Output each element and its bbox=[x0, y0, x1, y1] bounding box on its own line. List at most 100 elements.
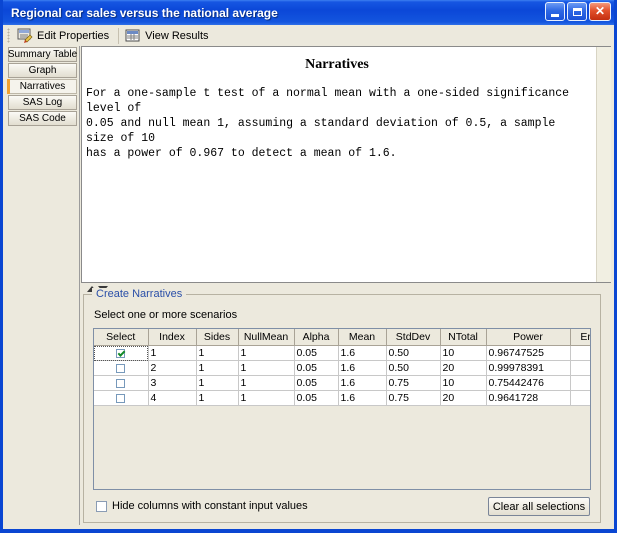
column-header-nullmean[interactable]: NullMean bbox=[238, 329, 295, 346]
hide-constant-columns-label: Hide columns with constant input values bbox=[112, 500, 308, 512]
cell-ntotal: 20 bbox=[440, 390, 487, 406]
column-header-sides[interactable]: Sides bbox=[196, 329, 239, 346]
toolbar-button-edit-properties[interactable]: Edit Properties bbox=[14, 26, 115, 45]
cell-mean: 1.6 bbox=[338, 360, 387, 376]
cell-ntotal: 10 bbox=[440, 345, 487, 361]
table-row[interactable]: 3 1 1 0.05 1.6 0.75 10 0.75442476 bbox=[94, 375, 590, 391]
sidebar-label-graph: Graph bbox=[28, 65, 57, 76]
cell-mean: 1.6 bbox=[338, 390, 387, 406]
application-window: Regional car sales versus the national a… bbox=[0, 0, 617, 533]
sidebar-item-sas-log[interactable]: SAS Log bbox=[8, 95, 77, 110]
sidebar-label-summary-table: Summary Table bbox=[7, 49, 78, 60]
sidebar: Summary Table Graph Narratives SAS Log S… bbox=[6, 46, 80, 525]
group-subtitle: Select one or more scenarios bbox=[94, 309, 238, 321]
clear-all-selections-button[interactable]: Clear all selections bbox=[488, 497, 590, 516]
row-checkbox[interactable] bbox=[116, 378, 126, 388]
column-header-select[interactable]: Select bbox=[94, 329, 149, 346]
column-header-stddev[interactable]: StdDev bbox=[386, 329, 441, 346]
toolbar-label-view-results: View Results bbox=[145, 29, 209, 42]
row-select-cell[interactable] bbox=[94, 345, 149, 361]
row-checkbox[interactable] bbox=[116, 363, 126, 373]
cell-error bbox=[570, 345, 590, 361]
column-header-error[interactable]: Error bbox=[570, 329, 590, 346]
toolbar-separator bbox=[118, 27, 120, 44]
cell-stddev: 0.75 bbox=[386, 390, 441, 406]
cell-index: 3 bbox=[148, 375, 197, 391]
view-results-icon bbox=[125, 28, 141, 43]
cell-alpha: 0.05 bbox=[294, 360, 339, 376]
clear-all-selections-label: Clear all selections bbox=[492, 500, 586, 513]
sidebar-label-sas-log: SAS Log bbox=[22, 97, 63, 108]
row-select-cell[interactable] bbox=[94, 390, 149, 406]
cell-index: 1 bbox=[148, 345, 197, 361]
narrative-heading: Narratives bbox=[305, 57, 369, 72]
column-header-mean[interactable]: Mean bbox=[338, 329, 387, 346]
row-checkbox[interactable] bbox=[116, 348, 126, 358]
cell-power: 0.96747525 bbox=[486, 345, 571, 361]
cell-sides: 1 bbox=[196, 345, 239, 361]
cell-stddev: 0.75 bbox=[386, 375, 441, 391]
title-bar: Regional car sales versus the national a… bbox=[3, 0, 614, 25]
minimize-button[interactable] bbox=[545, 2, 565, 21]
close-icon: ✕ bbox=[594, 4, 606, 18]
cell-sides: 1 bbox=[196, 390, 239, 406]
table-row[interactable]: 1 1 1 0.05 1.6 0.50 10 0.96747525 bbox=[94, 345, 590, 361]
hide-constant-columns-row[interactable]: Hide columns with constant input values bbox=[96, 500, 308, 512]
viewer-vertical-scrollbar[interactable] bbox=[596, 47, 611, 282]
toolbar-grip[interactable] bbox=[7, 28, 10, 43]
cell-sides: 1 bbox=[196, 360, 239, 376]
cell-ntotal: 20 bbox=[440, 360, 487, 376]
cell-nullmean: 1 bbox=[238, 345, 295, 361]
column-header-alpha[interactable]: Alpha bbox=[294, 329, 339, 346]
cell-alpha: 0.05 bbox=[294, 390, 339, 406]
row-select-cell[interactable] bbox=[94, 375, 149, 391]
main-body: Summary Table Graph Narratives SAS Log S… bbox=[6, 46, 611, 525]
create-narratives-group: Create Narratives Select one or more sce… bbox=[83, 288, 601, 523]
cell-ntotal: 10 bbox=[440, 375, 487, 391]
cell-nullmean: 1 bbox=[238, 375, 295, 391]
column-header-power[interactable]: Power bbox=[486, 329, 571, 346]
cell-index: 2 bbox=[148, 360, 197, 376]
row-checkbox[interactable] bbox=[116, 393, 126, 403]
cell-stddev: 0.50 bbox=[386, 360, 441, 376]
cell-nullmean: 1 bbox=[238, 360, 295, 376]
sidebar-label-narratives: Narratives bbox=[19, 81, 66, 92]
cell-stddev: 0.50 bbox=[386, 345, 441, 361]
cell-sides: 1 bbox=[196, 375, 239, 391]
cell-error bbox=[570, 390, 590, 406]
cell-error bbox=[570, 360, 590, 376]
cell-power: 0.99978391 bbox=[486, 360, 571, 376]
cell-mean: 1.6 bbox=[338, 345, 387, 361]
scenarios-table-container[interactable]: Select Index Sides NullMean Alpha Mean S… bbox=[93, 328, 591, 490]
toolbar-button-view-results[interactable]: View Results bbox=[122, 26, 214, 45]
cell-power: 0.9641728 bbox=[486, 390, 571, 406]
sidebar-item-graph[interactable]: Graph bbox=[8, 63, 77, 78]
narrative-viewer-pane: Narratives For a one-sample t test of a … bbox=[81, 46, 611, 283]
row-select-cell[interactable] bbox=[94, 360, 149, 376]
cell-alpha: 0.05 bbox=[294, 375, 339, 391]
cell-mean: 1.6 bbox=[338, 375, 387, 391]
table-row[interactable]: 4 1 1 0.05 1.6 0.75 20 0.9641728 bbox=[94, 390, 590, 406]
narrative-document[interactable]: Narratives For a one-sample t test of a … bbox=[82, 47, 596, 282]
cell-index: 4 bbox=[148, 390, 197, 406]
sidebar-item-summary-table[interactable]: Summary Table bbox=[8, 47, 77, 62]
cell-nullmean: 1 bbox=[238, 390, 295, 406]
cell-power: 0.75442476 bbox=[486, 375, 571, 391]
content-area: Narratives For a one-sample t test of a … bbox=[81, 46, 611, 525]
column-header-ntotal[interactable]: NTotal bbox=[440, 329, 487, 346]
toolbar-label-edit-properties: Edit Properties bbox=[37, 29, 110, 42]
column-header-index[interactable]: Index bbox=[148, 329, 197, 346]
sidebar-item-sas-code[interactable]: SAS Code bbox=[8, 111, 77, 126]
window-controls: ✕ bbox=[545, 2, 611, 21]
cell-alpha: 0.05 bbox=[294, 345, 339, 361]
table-header-row: Select Index Sides NullMean Alpha Mean S… bbox=[94, 329, 590, 346]
toolbar: Edit Properties View Results bbox=[3, 25, 614, 46]
hide-constant-columns-checkbox[interactable] bbox=[96, 500, 107, 512]
maximize-button[interactable] bbox=[567, 2, 587, 21]
scenarios-table: Select Index Sides NullMean Alpha Mean S… bbox=[94, 329, 590, 406]
table-row[interactable]: 2 1 1 0.05 1.6 0.50 20 0.99978391 bbox=[94, 360, 590, 376]
sidebar-item-narratives[interactable]: Narratives bbox=[7, 79, 77, 94]
close-button[interactable]: ✕ bbox=[589, 2, 611, 21]
edit-properties-icon bbox=[17, 28, 33, 43]
group-title: Create Narratives bbox=[92, 288, 187, 300]
